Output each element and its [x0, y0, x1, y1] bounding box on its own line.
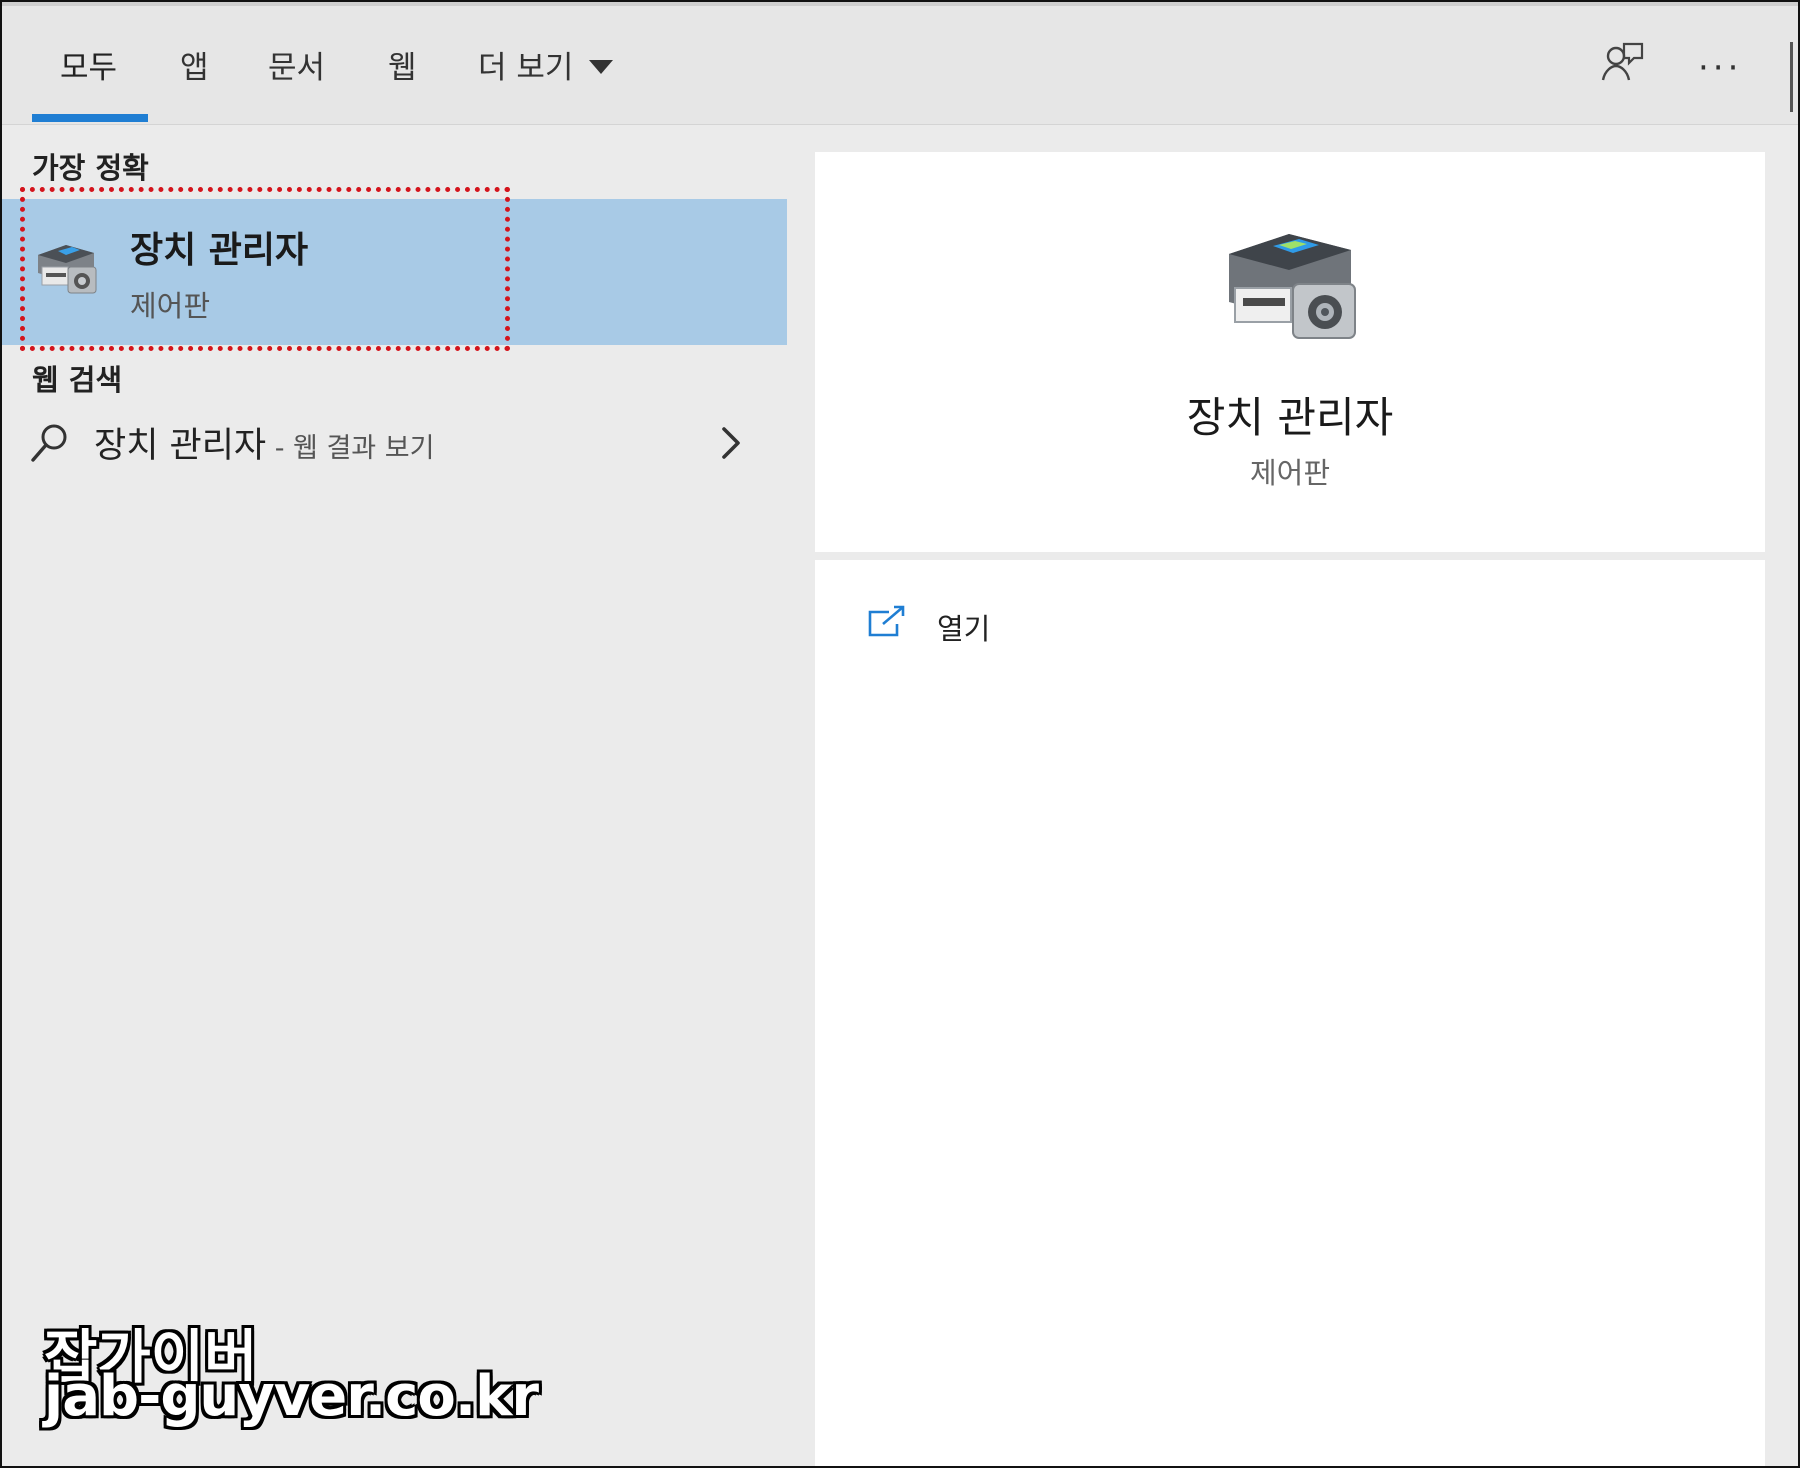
active-tab-indicator — [32, 114, 148, 122]
chevron-right-icon[interactable] — [716, 425, 746, 461]
tab-all[interactable]: 모두 — [60, 42, 117, 87]
detail-actions-card: 열기 — [815, 560, 1765, 1466]
detail-title: 장치 관리자 — [1186, 393, 1394, 442]
detail-header-card: 장치 관리자 제어판 — [815, 152, 1765, 552]
tab-more-label: 더 보기 — [478, 50, 574, 86]
device-manager-large-icon — [1229, 234, 1356, 339]
highlight-annotation-box — [20, 187, 510, 351]
top-divider — [2, 2, 1798, 6]
best-match-header: 가장 정확 — [32, 151, 149, 185]
results-panel: 가장 정확 장치 관리자 제어판 웹 검색 장치 관리자 - 웹 결과 보기 — [2, 125, 787, 1466]
tab-more[interactable]: 더 보기 — [478, 42, 614, 87]
web-result-row[interactable]: 장치 관리자 - 웹 결과 보기 — [2, 407, 787, 487]
web-search-header: 웹 검색 — [32, 363, 123, 397]
window-edge — [1790, 42, 1793, 112]
search-window: 모두 앱 문서 웹 더 보기 ··· 가장 정확 장치 관리자 제어판 웹 검색… — [0, 0, 1800, 1468]
open-external-icon — [868, 605, 905, 637]
tab-bar: 모두 앱 문서 웹 더 보기 ··· — [2, 2, 1798, 125]
web-result-query: 장치 관리자 — [94, 426, 267, 466]
ellipsis-icon[interactable]: ··· — [1698, 48, 1742, 88]
action-open-label: 열기 — [937, 612, 991, 646]
feedback-icon[interactable] — [1600, 40, 1644, 84]
caret-down-icon — [589, 59, 614, 74]
search-icon — [31, 424, 67, 462]
tab-web[interactable]: 웹 — [388, 42, 417, 87]
watermark-line2: jab-guyver.co.kr — [44, 1364, 539, 1429]
detail-subtitle: 제어판 — [1249, 456, 1331, 490]
tab-documents[interactable]: 문서 — [268, 42, 325, 87]
web-result-text: 장치 관리자 - 웹 결과 보기 — [94, 417, 434, 468]
tab-apps[interactable]: 앱 — [180, 42, 209, 87]
web-result-suffix: - 웹 결과 보기 — [266, 433, 435, 464]
